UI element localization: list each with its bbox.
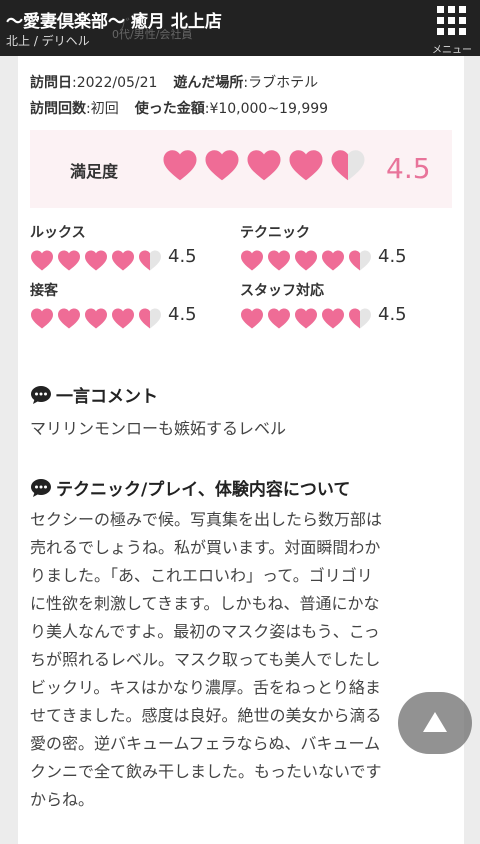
- heart-icon: [163, 150, 197, 181]
- play-text-line: り美人なんですよ。最初のマスク姿はもう、こっ: [30, 622, 380, 641]
- heart-icon: [139, 308, 161, 329]
- rating-technique-label: テクニック: [240, 225, 310, 241]
- play-text-line: からね。: [30, 790, 95, 809]
- visit-count-row: 訪問回数:初回 使った金額:¥10,000~19,999: [30, 101, 329, 117]
- play-text-line: に性欲を刺激してきます。しかもね、普通にかな: [30, 594, 380, 613]
- heart-icon: [268, 308, 290, 329]
- heart-icon: [139, 250, 161, 271]
- heart-icon: [295, 250, 317, 271]
- rating-looks: ルックス 4.5: [30, 222, 230, 272]
- heart-icon: [31, 308, 53, 329]
- rating-technique-hearts: [240, 249, 372, 271]
- grid-menu-icon: [437, 6, 467, 36]
- place-label: 遊んだ場所: [173, 75, 244, 91]
- heart-icon: [31, 250, 53, 271]
- rating-service-label: 接客: [30, 283, 58, 299]
- visit-info-row: 訪問日:2022/05/21 遊んだ場所:ラブホテル: [30, 75, 319, 91]
- rating-looks-label: ルックス: [30, 225, 86, 241]
- heart-icon: [322, 308, 344, 329]
- visit-date-label: 訪問日: [30, 75, 72, 91]
- heart-icon: [112, 250, 134, 271]
- review-card: 訪問日:2022/05/21 遊んだ場所:ラブホテル 訪問回数:初回 使った金額:¥…: [18, 56, 464, 844]
- speech-bubble-icon: [31, 478, 51, 497]
- play-title: テクニック/プレイ、体験内容について: [56, 480, 351, 500]
- play-text: セクシーの極みで候。写真集を出したら数万部は 売れるでしょうね。私が買います。対…: [30, 506, 450, 814]
- heart-icon: [322, 250, 344, 271]
- rating-service-value: 4.5: [168, 304, 197, 325]
- rating-staff: スタッフ対応 4.5: [240, 280, 440, 330]
- play-heading: テクニック/プレイ、体験内容について: [30, 475, 350, 500]
- heart-icon: [85, 308, 107, 329]
- heart-icon: [205, 150, 239, 181]
- heart-icon: [247, 150, 281, 181]
- shop-area: 北上 / デリヘル: [6, 34, 90, 48]
- heart-icon: [268, 250, 290, 271]
- heart-icon: [58, 308, 80, 329]
- heart-icon: [58, 250, 80, 271]
- amount-label: 使った金額: [134, 101, 205, 117]
- satisfaction-label: 満足度: [70, 162, 119, 181]
- menu-button[interactable]: メニュー: [424, 0, 480, 56]
- play-text-line: セクシーの極みで候。写真集を出したら数万部は: [30, 510, 383, 529]
- visit-count: 初回: [90, 101, 119, 117]
- satisfaction-value: 4.5: [386, 152, 431, 185]
- place: ラブホテル: [248, 75, 319, 91]
- visit-date: 2022/05/21: [76, 75, 158, 91]
- speech-bubble-icon: [31, 385, 51, 404]
- rating-looks-hearts: [30, 249, 162, 271]
- play-text-line: クンニで全て飲み干しました。もったいないです: [30, 762, 382, 781]
- satisfaction-hearts: [162, 148, 366, 186]
- satisfaction-box: 満足度 4.5: [30, 130, 452, 208]
- scroll-to-top-button[interactable]: [398, 692, 472, 754]
- heart-icon: [349, 250, 371, 271]
- rating-service-hearts: [30, 307, 162, 329]
- heart-icon: [241, 308, 263, 329]
- rating-staff-hearts: [240, 307, 372, 329]
- comment-text: マリリンモンローも嫉妬するレベル: [30, 419, 287, 438]
- comment-heading: 一言コメント: [30, 382, 158, 407]
- rating-service: 接客 4.5: [30, 280, 230, 330]
- rating-staff-value: 4.5: [378, 304, 407, 325]
- play-text-line: ビックリ。キスはかなり濃厚。舌をねっとり絡ま: [30, 678, 381, 697]
- visit-count-label: 訪問回数: [30, 101, 86, 117]
- rating-looks-value: 4.5: [168, 246, 197, 267]
- menu-label: メニュー: [432, 45, 472, 56]
- play-text-line: りました。「あ、これエロいわ」って。ゴリゴリ: [30, 566, 373, 585]
- rating-staff-label: スタッフ対応: [240, 283, 324, 299]
- play-text-line: せてきました。感度は良好。絶世の美女から滴る: [30, 706, 382, 725]
- amount: ¥10,000~19,999: [209, 101, 329, 117]
- heart-icon: [295, 308, 317, 329]
- play-text-line: 売れるでしょうね。私が買います。対面瞬間わか: [30, 538, 381, 557]
- play-text-line: ちが照れるレベル。マスク取っても美人でしたし: [30, 650, 381, 669]
- rating-technique: テクニック 4.5: [240, 222, 440, 272]
- heart-icon: [85, 250, 107, 271]
- heart-icon: [112, 308, 134, 329]
- shop-name[interactable]: ～愛妻倶楽部～ 癒月 北上店: [6, 7, 222, 32]
- heart-icon: [241, 250, 263, 271]
- rating-technique-value: 4.5: [378, 246, 407, 267]
- heart-icon: [289, 150, 323, 181]
- heart-icon: [349, 308, 371, 329]
- site-header: ﾌﾞ 0代/男性/会社員 ～愛妻倶楽部～ 癒月 北上店 北上 / デリヘル メニ…: [0, 0, 480, 56]
- heart-icon: [331, 150, 365, 181]
- comment-title: 一言コメント: [56, 387, 158, 407]
- triangle-up-icon: [423, 712, 447, 732]
- play-text-line: 愛の密。逆バキュームフェラならぬ、バキューム: [30, 734, 381, 753]
